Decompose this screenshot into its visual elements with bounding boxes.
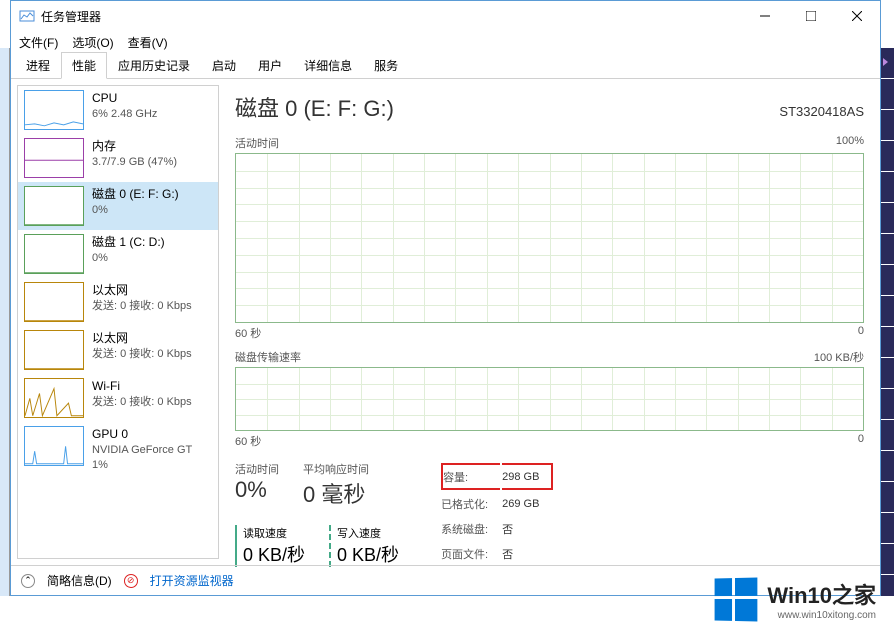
minimize-button[interactable] [742, 1, 788, 31]
main-panel: 磁盘 0 (E: F: G:) ST3320418AS 活动时间 100% 60… [219, 79, 880, 565]
tab-services[interactable]: 服务 [363, 52, 409, 79]
sidebar-item-sub: 发送: 0 接收: 0 Kbps [92, 395, 192, 410]
menu-view[interactable]: 查看(V) [128, 34, 168, 51]
tabbar: 进程 性能 应用历史记录 启动 用户 详细信息 服务 [11, 53, 880, 79]
tab-details[interactable]: 详细信息 [293, 52, 363, 79]
chart-active-time: 活动时间 100% 60 秒 0 [235, 135, 864, 341]
sidebar-item-title: 以太网 [92, 282, 192, 299]
chart2-label: 磁盘传输速率 [235, 349, 301, 365]
sidebar-item-title: GPU 0 [92, 426, 192, 443]
capacity-value: 298 GB [502, 463, 553, 490]
thumb-icon [24, 330, 84, 370]
sidebar-item-6[interactable]: Wi-Fi发送: 0 接收: 0 Kbps [18, 374, 218, 422]
sidebar-item-7[interactable]: GPU 0NVIDIA GeForce GT1% [18, 422, 218, 478]
chart2-canvas [235, 367, 864, 431]
stat-response-time: 平均响应时间 0 毫秒 [303, 461, 369, 509]
fewer-details-link[interactable]: 简略信息(D) [47, 572, 112, 589]
collapse-icon[interactable]: ⌃ [21, 574, 35, 588]
sidebar-item-sub: 0% [92, 251, 165, 266]
sidebar-item-sub: 0% [92, 203, 179, 218]
sidebar-item-title: CPU [92, 90, 157, 107]
sidebar-item-sub: 发送: 0 接收: 0 Kbps [92, 347, 192, 362]
stat-write-speed: 写入速度 0 KB/秒 [329, 525, 399, 567]
chart1-label: 活动时间 [235, 135, 279, 151]
tab-app-history[interactable]: 应用历史记录 [107, 52, 201, 79]
sidebar-item-4[interactable]: 以太网发送: 0 接收: 0 Kbps [18, 278, 218, 326]
sidebar-item-title: 内存 [92, 138, 177, 155]
windows-logo-icon [715, 577, 758, 621]
chart1-xmax: 0 [858, 325, 864, 341]
thumb-icon [24, 138, 84, 178]
thumb-icon [24, 90, 84, 130]
system-value: 否 [502, 517, 553, 540]
block-icon: ⊘ [124, 574, 138, 588]
sidebar-item-5[interactable]: 以太网发送: 0 接收: 0 Kbps [18, 326, 218, 374]
chart2-max: 100 KB/秒 [814, 349, 864, 365]
sidebar: CPU6% 2.48 GHz内存3.7/7.9 GB (47%)磁盘 0 (E:… [17, 85, 219, 559]
sidebar-item-sub: 6% 2.48 GHz [92, 107, 157, 122]
watermark-url: www.win10xitong.com [767, 610, 876, 621]
maximize-button[interactable] [788, 1, 834, 31]
thumb-icon [24, 378, 84, 418]
thumb-icon [24, 426, 84, 466]
watermark-text: Win10之家 [767, 578, 876, 610]
menu-file[interactable]: 文件(F) [19, 34, 58, 51]
chart1-xmin: 60 秒 [235, 325, 261, 341]
sidebar-item-3[interactable]: 磁盘 1 (C: D:)0% [18, 230, 218, 278]
close-button[interactable] [834, 1, 880, 31]
sidebar-item-title: 磁盘 0 (E: F: G:) [92, 186, 179, 203]
menubar: 文件(F) 选项(O) 查看(V) [11, 31, 880, 53]
stat-read-speed: 读取速度 0 KB/秒 [235, 525, 305, 567]
thumb-icon [24, 282, 84, 322]
app-icon [19, 8, 35, 24]
page-title: 磁盘 0 (E: F: G:) [235, 91, 394, 123]
titlebar[interactable]: 任务管理器 [11, 1, 880, 31]
disk-info-table: 容量: 298 GB 已格式化:269 GB 系统磁盘:否 页面文件:否 [439, 461, 555, 567]
sidebar-item-0[interactable]: CPU6% 2.48 GHz [18, 86, 218, 134]
sidebar-item-sub: 3.7/7.9 GB (47%) [92, 155, 177, 170]
sidebar-item-title: 以太网 [92, 330, 192, 347]
thumb-icon [24, 234, 84, 274]
menu-options[interactable]: 选项(O) [72, 34, 113, 51]
pagefile-value: 否 [502, 542, 553, 565]
window-title: 任务管理器 [41, 8, 742, 25]
resource-monitor-link[interactable]: 打开资源监视器 [150, 572, 234, 589]
sidebar-item-title: 磁盘 1 (C: D:) [92, 234, 165, 251]
tab-performance[interactable]: 性能 [61, 52, 107, 79]
sidebar-item-1[interactable]: 内存3.7/7.9 GB (47%) [18, 134, 218, 182]
tab-startup[interactable]: 启动 [201, 52, 247, 79]
chart1-canvas [235, 153, 864, 323]
sidebar-item-title: Wi-Fi [92, 378, 192, 395]
pagefile-label: 页面文件: [441, 542, 500, 565]
system-label: 系统磁盘: [441, 517, 500, 540]
task-manager-window: 任务管理器 文件(F) 选项(O) 查看(V) 进程 性能 应用历史记录 启动 … [10, 0, 881, 596]
disk-model: ST3320418AS [779, 104, 864, 119]
watermark: Win10之家 www.win10xitong.com [714, 569, 876, 629]
capacity-label: 容量: [441, 463, 500, 490]
tab-users[interactable]: 用户 [247, 52, 293, 79]
formatted-label: 已格式化: [441, 492, 500, 515]
chart2-xmax: 0 [858, 433, 864, 449]
sidebar-item-sub: 发送: 0 接收: 0 Kbps [92, 299, 192, 314]
sidebar-item-2[interactable]: 磁盘 0 (E: F: G:)0% [18, 182, 218, 230]
thumb-icon [24, 186, 84, 226]
stat-active-time: 活动时间 0% [235, 461, 279, 509]
chart-transfer-rate: 磁盘传输速率 100 KB/秒 60 秒 0 [235, 349, 864, 449]
tab-processes[interactable]: 进程 [15, 52, 61, 79]
chart1-max: 100% [836, 135, 864, 151]
formatted-value: 269 GB [502, 492, 553, 515]
chart2-xmin: 60 秒 [235, 433, 261, 449]
sidebar-item-sub: NVIDIA GeForce GT [92, 443, 192, 458]
